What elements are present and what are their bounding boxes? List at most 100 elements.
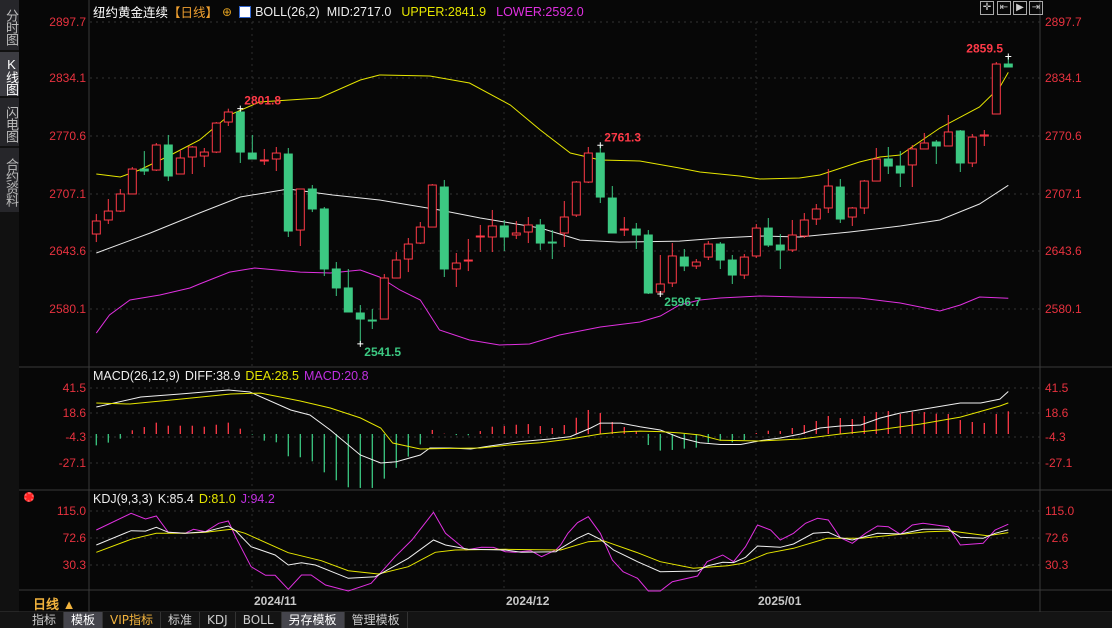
price-annotation: 2596.7 — [664, 295, 701, 309]
macd-diff-line — [96, 389, 1009, 464]
tab-kdj[interactable]: KDJ — [200, 612, 236, 628]
scroll-right-icon[interactable]: ⇥ — [1029, 1, 1043, 15]
candle-body — [535, 224, 545, 244]
candle-body — [679, 256, 689, 267]
tab-save-template[interactable]: 另存模板 — [281, 612, 345, 628]
date-label: 2024/12 — [506, 594, 550, 608]
crosshair-icon[interactable]: ✛ — [980, 1, 994, 15]
macd-axis-label: -27.1 — [58, 456, 86, 470]
candle-body — [607, 197, 617, 234]
macd-header: MACD(26,12,9) DIFF:38.9 DEA:28.5 MACD:20… — [93, 369, 369, 383]
candle-body — [127, 168, 137, 195]
candle-body — [379, 277, 389, 320]
candle-body — [895, 165, 905, 174]
date-label: 2025/01 — [758, 594, 802, 608]
candle-body — [931, 141, 941, 147]
candle-body — [283, 153, 293, 232]
tab-indicator[interactable]: 指标 — [25, 612, 65, 628]
candle-body — [463, 259, 473, 262]
price-axis-label: 2580.1 — [1045, 302, 1082, 316]
kdj-label: KDJ(9,3,3) — [93, 492, 153, 506]
candle-body — [991, 63, 1001, 115]
candle-body — [751, 227, 761, 257]
boll-upper-line — [96, 72, 1009, 180]
price-annotation: 2859.5 — [966, 42, 1003, 56]
macd-axis-label: -27.1 — [1045, 456, 1073, 470]
kdj-axis-label: 115.0 — [56, 504, 86, 518]
candle-body — [211, 122, 221, 153]
kdj-axis-label: 30.3 — [1045, 558, 1069, 572]
kdj-axis-label: 30.3 — [62, 558, 86, 572]
bottom-tab-bar: 指标 模板 VIP指标 标准 KDJ BOLL 另存模板 管理模板 — [0, 612, 1112, 628]
chart-canvas[interactable]: 2801.8 2541.5 2761.3 2596.7 2859.5 — [0, 0, 1112, 628]
boll-chart-icon[interactable] — [239, 5, 252, 18]
candle-body — [415, 226, 425, 244]
candle-body — [571, 181, 581, 216]
date-label: 2024/11 — [254, 594, 297, 608]
candle-body — [787, 234, 797, 251]
kdj-axis-label: 72.6 — [1045, 531, 1069, 545]
candle-body — [619, 228, 629, 231]
candle-body — [403, 243, 413, 260]
candle-body — [547, 241, 557, 244]
candle-body — [859, 180, 869, 209]
kdj-d: D:81.0 — [198, 492, 236, 506]
candle-body — [967, 136, 977, 164]
price-axis-label: 2707.1 — [1045, 187, 1082, 201]
kdj-settings-icon[interactable] — [24, 492, 34, 502]
candle-body — [115, 193, 125, 212]
macd-diff: DIFF:38.9 — [184, 369, 241, 383]
candle-body — [523, 224, 533, 233]
candle-body — [427, 184, 437, 228]
candle-body — [199, 151, 209, 157]
extreme-marker — [357, 340, 364, 347]
tab-manage-template[interactable]: 管理模板 — [345, 612, 408, 628]
price-axis-label: 2834.1 — [1045, 71, 1082, 85]
kdj-j: J:94.2 — [240, 492, 275, 506]
zoom-range-icon[interactable]: ⇤ — [997, 1, 1011, 15]
add-indicator-icon[interactable]: ⊕ — [222, 5, 232, 19]
price-annotation: 2541.5 — [364, 345, 401, 359]
tab-vip-indicator[interactable]: VIP指标 — [103, 612, 162, 628]
candle-body — [739, 256, 749, 276]
candle-body — [103, 210, 113, 221]
tab-boll[interactable]: BOLL — [236, 612, 282, 628]
tab-standard[interactable]: 标准 — [161, 612, 201, 628]
candle-body — [715, 243, 725, 261]
price-axis-label: 2834.1 — [49, 71, 86, 85]
macd-axis-label: 41.5 — [1045, 381, 1069, 395]
candle-body — [907, 148, 917, 166]
candle-body — [823, 185, 833, 209]
price-axis-label: 2770.6 — [49, 129, 86, 143]
price-axis-label: 2897.7 — [49, 15, 86, 29]
candle-body — [91, 220, 101, 235]
period-label[interactable]: 【日线】 — [168, 2, 218, 21]
candle-body — [643, 234, 653, 294]
play-forward-icon[interactable]: ▶ — [1013, 1, 1027, 15]
kdj-axis-label: 72.6 — [62, 531, 86, 545]
boll-mid: MID:2717.0 — [326, 4, 392, 19]
candle-body — [187, 146, 197, 158]
candle-body — [595, 152, 605, 198]
kdj-header: KDJ(9,3,3) K:85.4 D:81.0 J:94.2 — [93, 492, 275, 506]
candle-body — [883, 158, 893, 167]
price-axis-label: 2707.1 — [49, 187, 86, 201]
tab-template[interactable]: 模板 — [64, 612, 104, 628]
price-annotation: 2801.8 — [244, 94, 281, 108]
candle-body — [835, 186, 845, 220]
boll-lower: LOWER:2592.0 — [496, 4, 584, 19]
period-selector[interactable]: 日线 ▲ — [33, 594, 75, 613]
candle-body — [559, 216, 569, 234]
candle-body — [439, 186, 449, 270]
candle-body — [151, 144, 161, 171]
candle-body — [475, 235, 485, 238]
candle-body — [847, 207, 857, 218]
macd-label: MACD(26,12,9) — [93, 369, 180, 383]
candle-body — [271, 152, 281, 160]
boll-lower-line — [95, 267, 1009, 346]
candle-body — [175, 157, 185, 175]
extreme-marker — [1005, 53, 1012, 60]
candle-body — [163, 144, 173, 177]
date-axis: 日线 ▲ 2024/11 2024/12 2025/01 — [0, 590, 1112, 612]
candle-body — [343, 287, 353, 313]
